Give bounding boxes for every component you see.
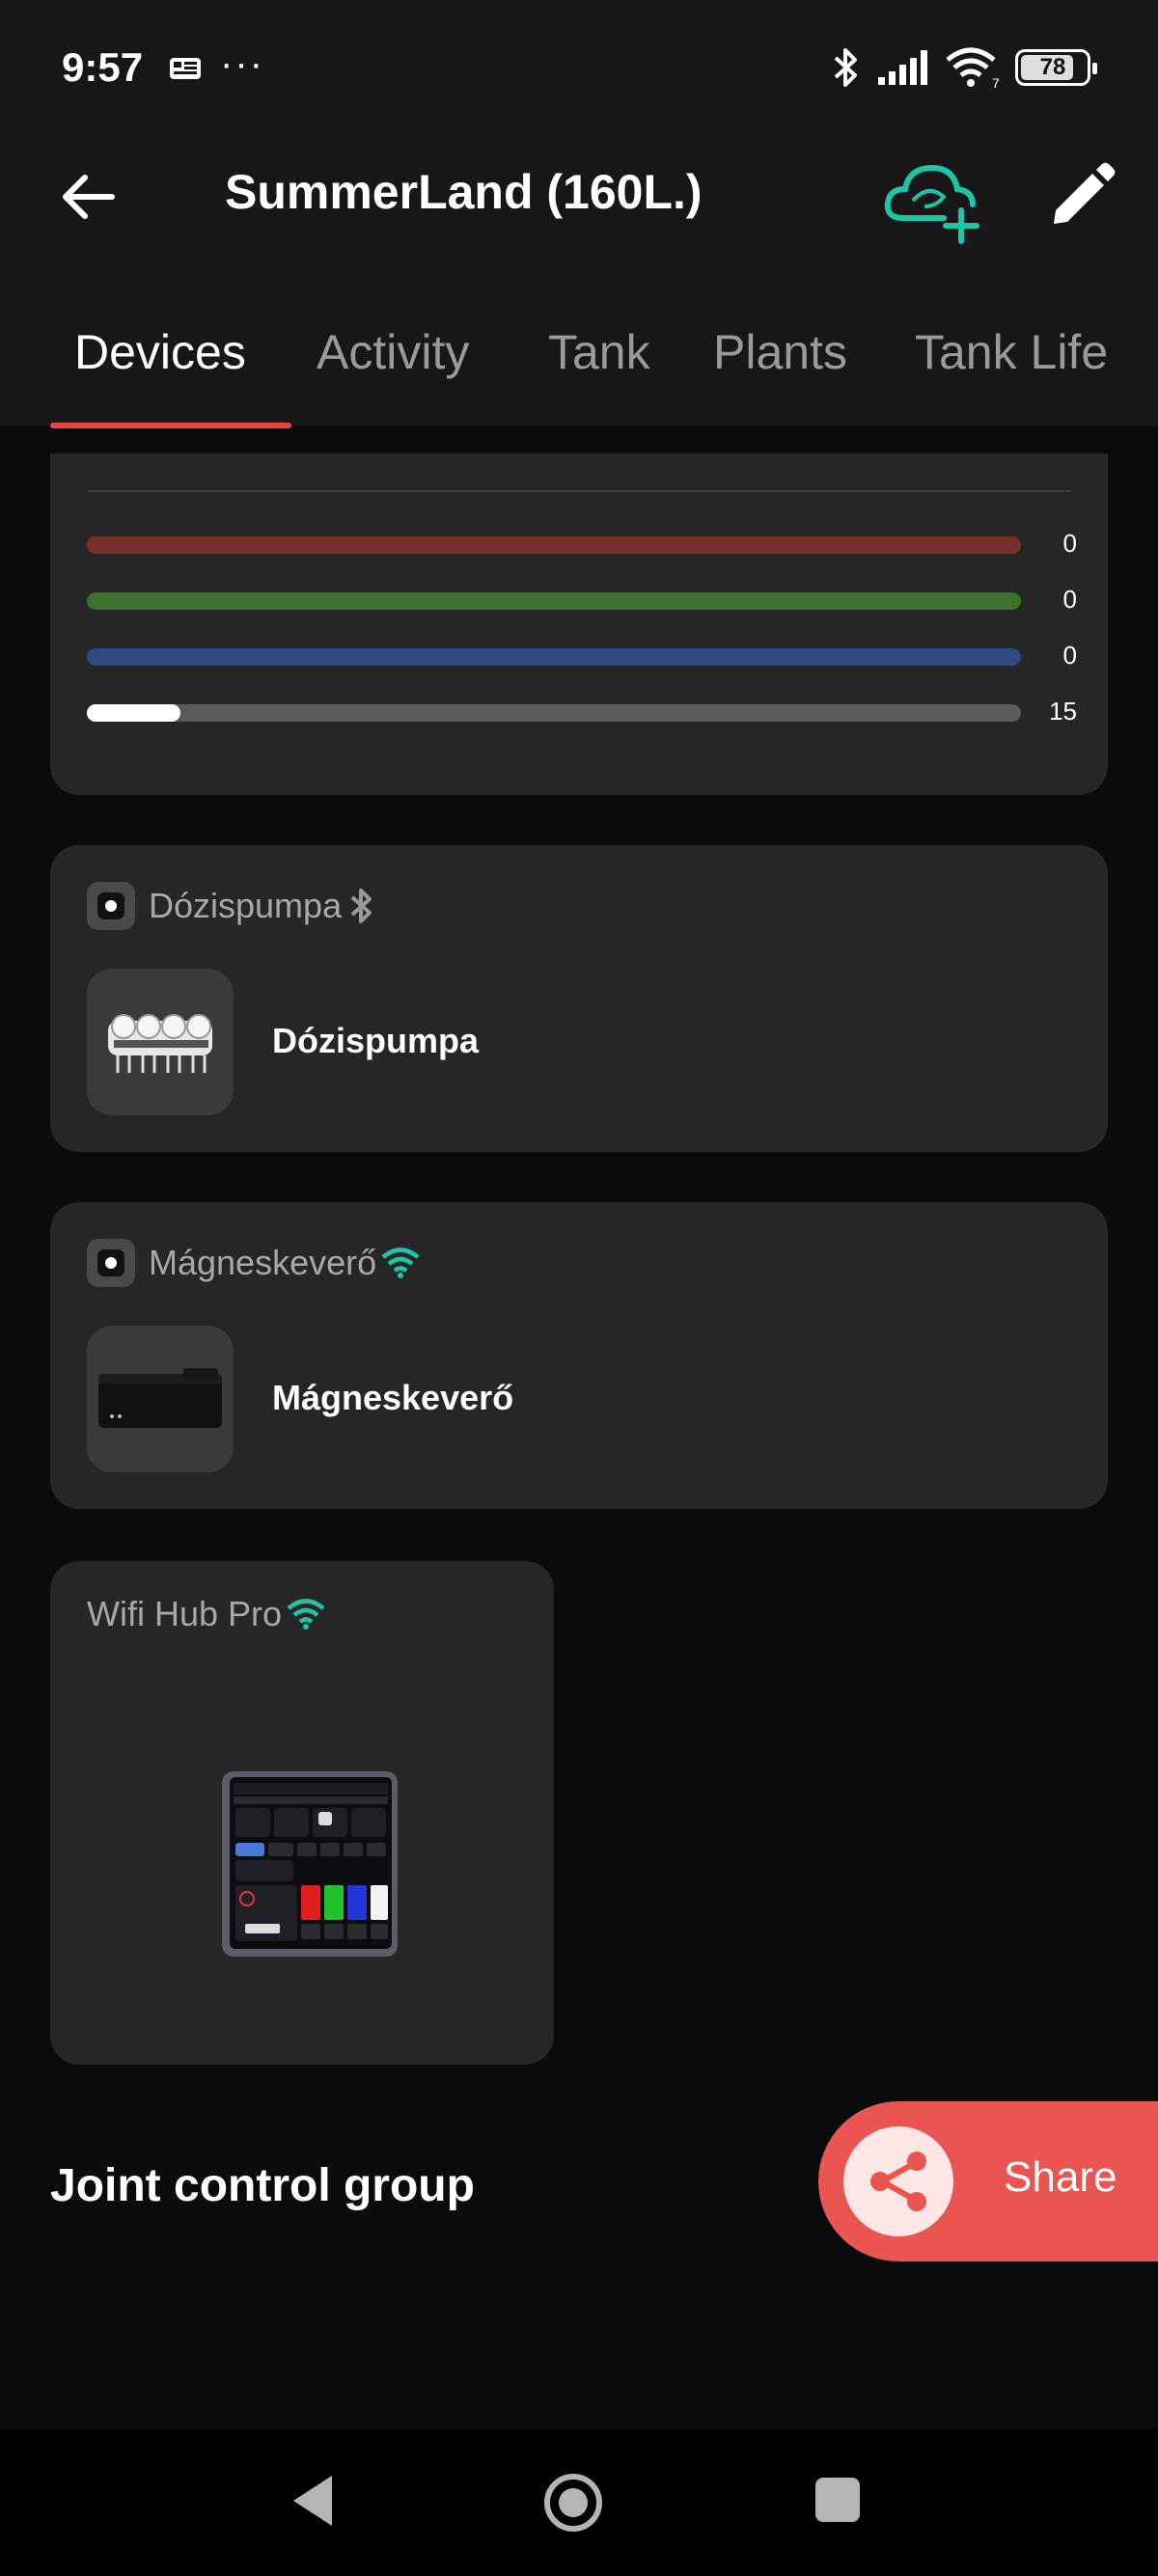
share-label: Share bbox=[1004, 2153, 1117, 2201]
bluetooth-icon bbox=[350, 889, 372, 923]
app-bar: SummerLand (160L.) bbox=[0, 135, 1158, 280]
share-icon-circle bbox=[843, 2126, 953, 2236]
edit-pencil-icon[interactable] bbox=[1042, 158, 1119, 235]
device-type-icon bbox=[87, 1239, 135, 1287]
device-header: Wifi Hub Pro bbox=[87, 1594, 326, 1634]
clock: 9:57 bbox=[62, 44, 144, 90]
channel-fill bbox=[87, 704, 180, 722]
magnetic-stirrer-image bbox=[87, 1326, 234, 1472]
share-button[interactable]: Share bbox=[818, 2101, 1158, 2261]
device-card-dosing-pump[interactable]: Dózispumpa Dózispumpa bbox=[50, 845, 1108, 1152]
nav-home-icon[interactable] bbox=[542, 2472, 604, 2534]
device-card-magnetic-stirrer[interactable]: Mágneskeverő Mágneskeverő bbox=[50, 1202, 1108, 1509]
joint-control-group-title: Joint control group bbox=[50, 2160, 475, 2211]
device-header-name: Mágneskeverő bbox=[149, 1243, 377, 1282]
channel-value: 0 bbox=[1062, 529, 1077, 558]
status-icons: 7 78 bbox=[830, 44, 1097, 91]
tab-tank[interactable]: Tank bbox=[548, 324, 650, 380]
device-header: Dózispumpa bbox=[87, 882, 376, 930]
divider bbox=[87, 490, 1071, 492]
status-bar: 9:57 ··· 7 78 bbox=[0, 0, 1158, 135]
nav-back-icon[interactable] bbox=[288, 2472, 338, 2530]
channel-value: 0 bbox=[1062, 641, 1077, 670]
light-device-card[interactable]: 0 0 0 15 bbox=[50, 453, 1108, 795]
channel-slider[interactable] bbox=[87, 704, 1021, 722]
light-channel-red[interactable]: 0 bbox=[87, 525, 1077, 563]
channel-value: 0 bbox=[1062, 585, 1077, 614]
tab-activity[interactable]: Activity bbox=[317, 324, 469, 380]
notification-icon bbox=[170, 58, 201, 79]
wifi-icon bbox=[287, 1599, 325, 1630]
light-channel-blue[interactable]: 0 bbox=[87, 637, 1077, 675]
channel-slider[interactable] bbox=[87, 592, 1021, 610]
channel-slider[interactable] bbox=[87, 536, 1021, 554]
tab-plants[interactable]: Plants bbox=[713, 324, 847, 380]
svg-text:7: 7 bbox=[992, 75, 1000, 89]
signal-icon bbox=[878, 50, 927, 85]
tab-devices[interactable]: Devices bbox=[74, 324, 246, 380]
wifi-hub-pro-image bbox=[222, 1771, 398, 1957]
share-icon bbox=[870, 2151, 926, 2211]
device-name: Mágneskeverő bbox=[272, 1378, 514, 1417]
active-tab-indicator bbox=[50, 423, 291, 428]
channel-value: 15 bbox=[1049, 697, 1077, 726]
device-type-icon bbox=[87, 882, 135, 930]
back-arrow-icon[interactable] bbox=[54, 162, 124, 232]
battery-icon: 78 bbox=[1015, 49, 1097, 86]
device-header-name: Dózispumpa bbox=[149, 886, 343, 925]
wifi-icon: 7 bbox=[946, 47, 1000, 89]
more-notifications-icon: ··· bbox=[220, 42, 264, 85]
device-name: Dózispumpa bbox=[272, 1021, 480, 1060]
battery-level: 78 bbox=[1039, 54, 1066, 80]
tab-bar: Devices Activity Tank Plants Tank Life bbox=[0, 280, 1158, 428]
device-card-wifi-hub-pro[interactable]: Wifi Hub Pro bbox=[50, 1561, 554, 2065]
device-header: Mágneskeverő bbox=[87, 1239, 421, 1287]
page-title: SummerLand (160L.) bbox=[225, 165, 703, 219]
device-header-name: Wifi Hub Pro bbox=[87, 1594, 283, 1633]
light-channel-white[interactable]: 15 bbox=[87, 693, 1077, 731]
system-nav-bar bbox=[0, 2429, 1158, 2576]
bluetooth-icon bbox=[834, 48, 857, 87]
wifi-icon bbox=[381, 1247, 420, 1278]
nav-recents-icon[interactable] bbox=[815, 2478, 860, 2522]
cloud-add-icon[interactable] bbox=[880, 151, 986, 247]
light-channel-green[interactable]: 0 bbox=[87, 581, 1077, 619]
channel-slider[interactable] bbox=[87, 648, 1021, 666]
tab-tank-life[interactable]: Tank Life bbox=[915, 324, 1108, 380]
dosing-pump-image bbox=[87, 969, 234, 1115]
